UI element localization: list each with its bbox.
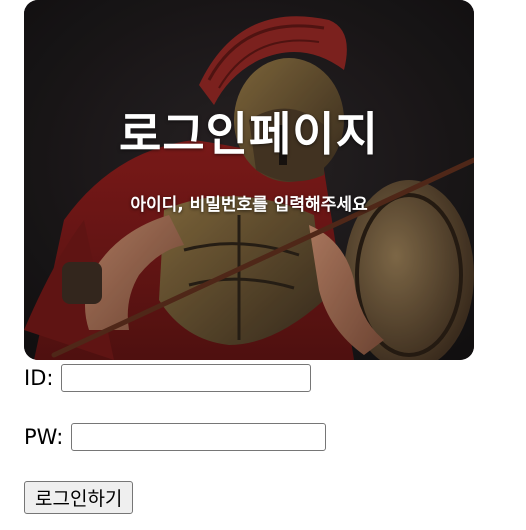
page-subtitle: 아이디, 비밀번호를 입력해주세요 xyxy=(130,195,368,215)
login-button[interactable]: 로그인하기 xyxy=(24,481,134,514)
id-row: ID: xyxy=(24,364,312,392)
pw-row: PW: xyxy=(24,423,327,451)
pw-label: PW: xyxy=(24,425,64,449)
id-label: ID: xyxy=(24,366,54,390)
id-input[interactable] xyxy=(61,364,312,392)
password-input[interactable] xyxy=(71,423,327,451)
spartan-warrior-image xyxy=(24,0,474,360)
hero-banner: 로그인페이지 아이디, 비밀번호를 입력해주세요 xyxy=(24,0,474,360)
login-page: 로그인페이지 아이디, 비밀번호를 입력해주세요 ID: PW: 로그인하기 xyxy=(0,0,526,530)
page-title: 로그인페이지 xyxy=(119,107,379,161)
